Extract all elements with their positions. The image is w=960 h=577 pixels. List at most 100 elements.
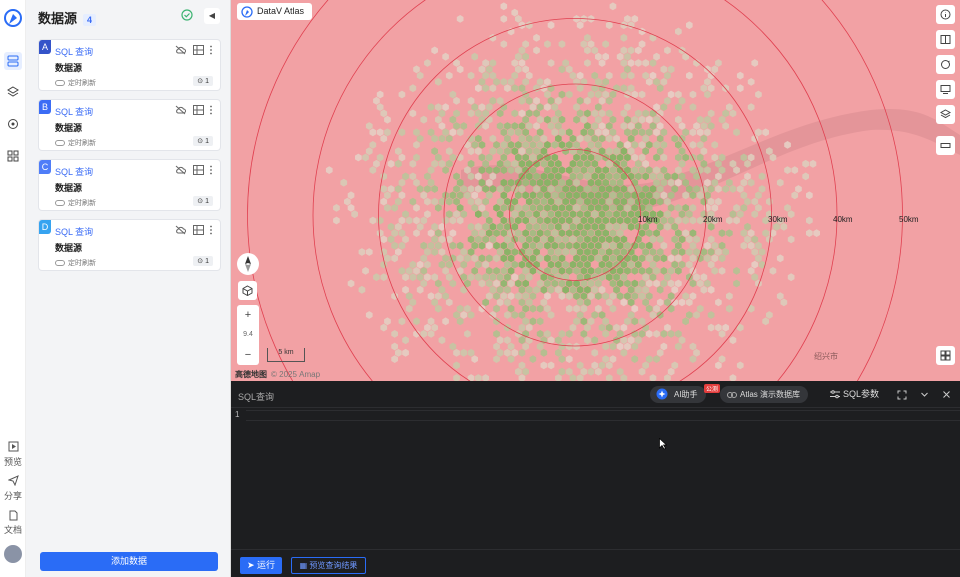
run-button[interactable]: ➤ 运行 [240,557,282,574]
hexbin-cell [413,204,420,212]
add-data-button[interactable]: 添加数据 [40,552,218,571]
book-icon[interactable] [936,30,955,49]
hexbin-cell [696,304,704,313]
check-circle-icon[interactable] [181,9,193,21]
datasource-card[interactable]: B SQL 查询 数据源 定时刷新 ⊙ 1 [38,99,221,151]
table-view-icon[interactable] [193,165,204,175]
hexbin-cell [547,122,555,130]
datasource-title[interactable]: SQL 查询 [55,225,93,238]
hexbin-cell [456,204,464,212]
hexbin-cell [533,285,540,294]
datav-atlas-tag[interactable]: DataV Atlas [237,3,313,20]
collapse-panel-button[interactable]: ◀ [204,8,220,24]
monitor-icon[interactable] [936,80,955,99]
compass-icon[interactable] [237,253,259,275]
table-view-icon[interactable] [193,105,204,115]
hexbin-cell [525,159,533,168]
hexbin-cell [435,103,442,111]
datasource-title[interactable]: SQL 查询 [55,105,93,118]
datasource-card[interactable]: C SQL 查询 数据源 定时刷新 ⊙ 1 [38,159,221,211]
database-select-button[interactable]: Atlas 演示数据库 [720,386,809,403]
more-options-icon[interactable] [208,105,214,115]
table-view-icon[interactable] [193,225,204,235]
hexbin-cell [391,330,398,338]
hexbin-cell [558,292,566,300]
hexbin-cell [605,273,613,282]
preview-icon[interactable] [4,437,22,455]
hexbin-cell [620,46,628,55]
preview-label[interactable]: 预览 [0,455,26,468]
hexbin-cell [445,159,453,168]
docs-label[interactable]: 文档 [0,523,26,536]
hexbin-cell [540,134,548,143]
datasource-card[interactable]: D SQL 查询 数据源 定时刷新 ⊙ 1 [38,219,221,271]
code-input-area[interactable] [246,410,960,421]
more-options-icon[interactable] [208,165,214,175]
refresh-icon[interactable] [936,55,955,74]
datasource-title[interactable]: SQL 查询 [55,45,93,58]
cloud-off-icon[interactable] [175,105,186,115]
info-icon[interactable] [936,5,955,24]
hexbin-cell [536,254,544,263]
hexbin-cell [726,178,733,187]
preview-results-button[interactable]: ▦ 预览查询结果 [291,557,366,574]
analysis-nav-icon[interactable] [4,115,22,133]
ai-assistant-button[interactable]: AI助手 [650,386,706,403]
hexbin-cell [380,197,388,206]
docs-icon[interactable] [4,506,22,524]
hexbin-cell [693,348,700,357]
layers-icon[interactable] [936,105,955,124]
hexbin-cell [576,248,584,256]
hexbin-cell [460,311,468,319]
hexbin-cell [489,235,497,244]
hexbin-cell [431,134,438,143]
scheduled-refresh-toggle[interactable]: 定时刷新 [55,138,96,148]
hexbin-cell [627,210,635,219]
hexbin-cell [635,285,642,294]
scheduled-refresh-toggle[interactable]: 定时刷新 [55,78,96,88]
left-rail: 预览 分享 文档 [0,0,26,577]
map-scale-bar: 5 km [267,348,305,362]
more-options-icon[interactable] [208,45,214,55]
scheduled-refresh-toggle[interactable]: 定时刷新 [55,258,96,268]
zoom-out-button[interactable]: − [237,345,259,365]
hexbin-cell [627,172,635,181]
components-nav-icon[interactable] [4,147,22,165]
editor-title: SQL查询 [238,392,275,402]
map-canvas[interactable]: DataV Atlas + 9.4 − 5 km 高德地图 © 2025 Amap… [231,0,960,381]
fullscreen-icon[interactable] [897,386,907,403]
datasource-nav-icon[interactable] [4,52,22,70]
hexbin-cell [456,128,464,137]
hexbin-cell [631,279,639,288]
hexbin-cell [384,191,391,200]
table-view-icon[interactable] [193,45,204,55]
scheduled-refresh-toggle[interactable]: 定时刷新 [55,198,96,208]
hexbin-cell [478,304,486,313]
hexbin-cell [544,216,551,225]
chevron-down-icon[interactable] [920,386,930,403]
layers-nav-icon[interactable] [4,83,22,101]
share-label[interactable]: 分享 [0,489,26,502]
zoom-in-button[interactable]: + [237,305,259,325]
cloud-off-icon[interactable] [175,225,186,235]
hexbin-cell [445,147,453,156]
close-icon[interactable] [942,386,952,403]
share-icon[interactable] [4,471,22,489]
cloud-off-icon[interactable] [175,45,186,55]
3d-cube-icon[interactable] [238,281,257,300]
hexbin-cell [638,292,646,300]
hexbin-cell [584,109,591,118]
grid-icon[interactable] [936,346,955,365]
hexbin-cell [500,204,508,212]
datasource-card[interactable]: A SQL 查询 数据源 定时刷新 ⊙ 1 [38,39,221,91]
ruler-icon[interactable] [936,136,955,155]
hexbin-cell [482,109,489,118]
sql-params-button[interactable]: SQL参数 [830,386,879,403]
datasource-title[interactable]: SQL 查询 [55,165,93,178]
hexbin-cell [602,78,609,86]
cloud-off-icon[interactable] [175,165,186,175]
user-avatar[interactable] [4,545,22,563]
table-icon: ▦ [299,561,308,570]
more-options-icon[interactable] [208,225,214,235]
hexbin-cell [504,248,511,256]
